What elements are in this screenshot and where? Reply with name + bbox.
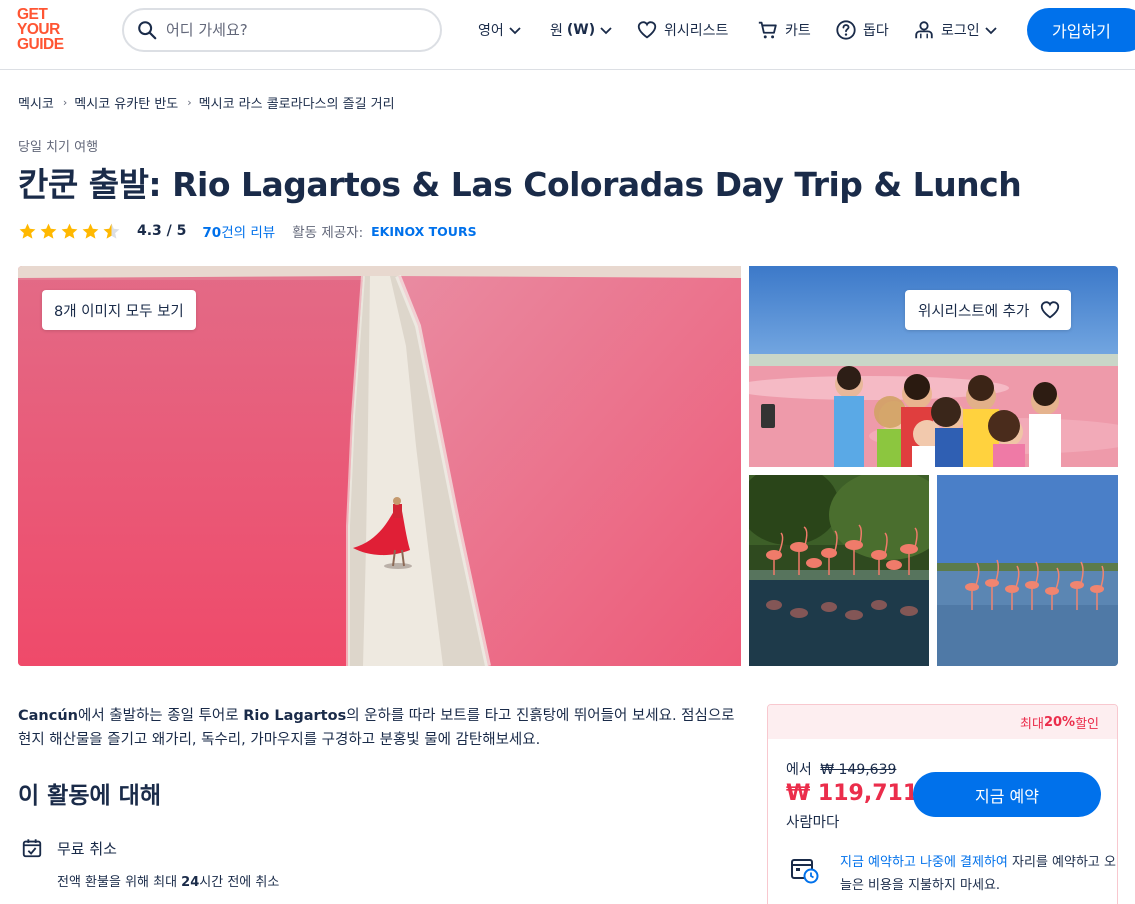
calendar-check-icon xyxy=(22,839,42,858)
help-link[interactable]: 돕다 xyxy=(835,17,889,43)
reviews-suffix: 건의 리뷰 xyxy=(221,225,276,241)
desc-place: Rio Lagartos xyxy=(243,708,347,724)
booking-card: 최대 20% 할인 에서 ₩ 149,639 ₩ 119,711 사람마다 지금… xyxy=(767,704,1118,904)
free-cancel-hours: 24 xyxy=(181,875,200,890)
flamingos-image-2 xyxy=(937,475,1118,666)
page-title: 칸쿤 출발: Rio Lagartos & Las Coloradas Day … xyxy=(18,165,1022,204)
star-icon xyxy=(19,223,36,239)
logo-line-3: GUIDE xyxy=(17,36,64,53)
help-icon xyxy=(836,20,856,40)
currency-code: (W) xyxy=(566,22,596,38)
activity-category: 당일 치기 여행 xyxy=(18,140,99,155)
price-from: 에서 ₩ 149,639 xyxy=(786,759,896,779)
add-to-wishlist-label: 위시리스트에 추가 xyxy=(918,303,1030,320)
cart-label: 카트 xyxy=(785,23,811,39)
photo-flamingos-green[interactable] xyxy=(749,475,929,666)
star-icon xyxy=(40,223,57,239)
help-label: 돕다 xyxy=(863,23,889,39)
top-header: GET YOUR GUIDE 영어 원 (W) 위시리스트 카트 돕다 로그인 … xyxy=(0,0,1135,70)
free-cancellation-feature: 무료 취소 xyxy=(21,837,117,859)
discount-prefix: 최대 xyxy=(1020,716,1044,732)
heart-icon xyxy=(1041,301,1060,319)
currency-label: 원 xyxy=(550,23,563,39)
language-label: 영어 xyxy=(478,23,504,39)
logo-line-2: YOUR xyxy=(17,21,60,38)
view-all-images-button[interactable]: 8개 이미지 모두 보기 xyxy=(42,290,196,330)
breadcrumb-separator-icon: › xyxy=(62,96,68,109)
add-to-wishlist-button[interactable]: 위시리스트에 추가 xyxy=(905,290,1072,330)
wishlist-link[interactable]: 위시리스트 xyxy=(636,17,728,43)
free-cancel-detail-c: 시간 전에 취소 xyxy=(199,875,280,890)
provider-link[interactable]: EKINOX TOURS xyxy=(371,224,476,239)
rating-value: 4.3 / 5 xyxy=(137,223,187,239)
current-price: ₩ 119,711 xyxy=(786,781,919,806)
photo-flamingos-blue[interactable] xyxy=(937,475,1118,666)
breadcrumb-yucatan[interactable]: 멕시코 유카탄 반도 xyxy=(74,93,178,112)
heart-icon xyxy=(637,21,657,39)
breadcrumb-mexico[interactable]: 멕시코 xyxy=(18,93,54,112)
star-rating xyxy=(18,222,121,241)
discount-value: 20% xyxy=(1043,714,1076,730)
chevron-down-icon xyxy=(985,27,997,35)
free-cancellation-label: 무료 취소 xyxy=(57,839,117,858)
chevron-down-icon xyxy=(509,27,521,35)
cart-icon xyxy=(758,21,777,39)
original-price: ₩ 149,639 xyxy=(820,762,897,778)
reserve-pay-later-link[interactable]: 지금 예약하고 나중에 결제하여 xyxy=(840,855,1008,870)
half-star-icon xyxy=(103,223,120,239)
discount-banner: 최대 20% 할인 xyxy=(768,705,1117,739)
reviews-count: 70 xyxy=(202,225,222,241)
chevron-down-icon xyxy=(600,27,612,35)
reserve-now-pay-later: 지금 예약하고 나중에 결제하여 자리를 예약하고 오늘은 비용을 지불하지 마… xyxy=(790,851,1117,897)
login-menu[interactable]: 로그인 xyxy=(913,17,998,43)
about-section-title: 이 활동에 대해 xyxy=(18,783,161,809)
getyourguide-logo[interactable]: GET YOUR GUIDE xyxy=(17,7,77,55)
user-icon xyxy=(915,21,933,39)
currency-selector[interactable]: 원 (W) xyxy=(550,17,613,43)
provider-label: 활동 제공자: xyxy=(292,225,364,241)
flamingos-image-1 xyxy=(749,475,929,666)
desc-text-1: 에서 출발하는 종일 투어로 xyxy=(78,708,244,724)
signup-button[interactable]: 가입하기 xyxy=(1027,8,1135,52)
star-icon xyxy=(61,223,78,239)
breadcrumb-las-coloradas[interactable]: 멕시코 라스 콜로라다스의 즐길 거리 xyxy=(199,93,395,112)
rating-row: 4.3 / 5 70건의 리뷰 활동 제공자: EKINOX TOURS xyxy=(18,220,477,242)
free-cancel-detail-a: 전액 환불을 위해 최대 xyxy=(57,875,182,890)
search-box[interactable] xyxy=(122,8,442,52)
activity-description: Cancún에서 출발하는 종일 투어로 Rio Lagartos의 운하를 따… xyxy=(18,704,738,752)
reviews-link[interactable]: 70건의 리뷰 xyxy=(202,221,275,241)
search-icon xyxy=(138,21,157,40)
per-person-label: 사람마다 xyxy=(786,815,840,831)
search-input[interactable] xyxy=(166,21,416,39)
discount-suffix: 할인 xyxy=(1075,716,1099,732)
login-label: 로그인 xyxy=(941,23,980,39)
language-selector[interactable]: 영어 xyxy=(478,17,522,43)
book-now-button[interactable]: 지금 예약 xyxy=(913,772,1101,817)
free-cancellation-detail: 전액 환불을 위해 최대 24시간 전에 취소 xyxy=(57,871,279,890)
breadcrumb-separator-icon: › xyxy=(187,96,192,109)
from-label: 에서 xyxy=(786,762,812,778)
wishlist-label: 위시리스트 xyxy=(664,23,729,39)
booking-card-body: 에서 ₩ 149,639 ₩ 119,711 사람마다 지금 예약 지금 예약하… xyxy=(768,739,1117,904)
star-icon xyxy=(82,223,99,239)
calendar-clock-icon xyxy=(791,859,819,884)
breadcrumb: 멕시코 › 멕시코 유카탄 반도 › 멕시코 라스 콜로라다스의 즐길 거리 xyxy=(18,93,395,112)
cart-link[interactable]: 카트 xyxy=(757,17,811,43)
desc-city: Cancún xyxy=(18,708,78,724)
logo-line-1: GET xyxy=(17,6,48,23)
